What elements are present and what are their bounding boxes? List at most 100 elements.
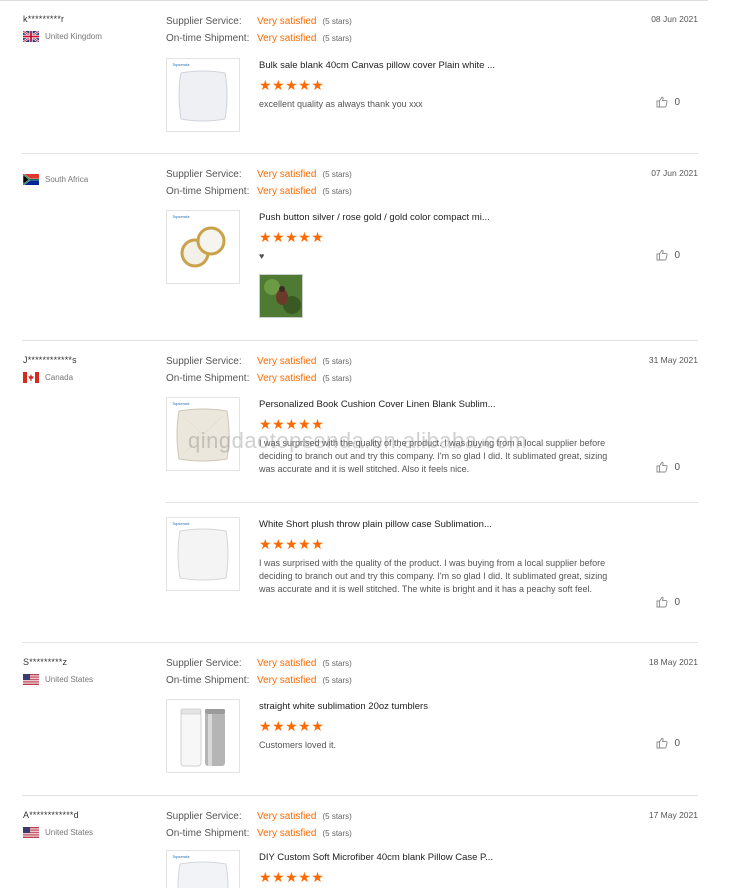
product-title-link[interactable]: DIY Custom Soft Microfiber 40cm blank Pi… (259, 852, 493, 863)
reviewer-country: United States (23, 827, 93, 838)
ontime-shipment-label: On-time Shipment: (166, 675, 250, 686)
product-title-link[interactable]: straight white sublimation 20oz tumblers (259, 701, 428, 712)
product-thumbnail[interactable]: Topsenda (166, 58, 240, 132)
ontime-shipment-value: Very satisfied (257, 186, 317, 197)
supplier-service-rating: Supplier Service: Very satisfied (5 stars) (166, 16, 352, 27)
product-title-link[interactable]: Push button silver / rose gold / gold co… (259, 212, 490, 223)
ontime-shipment-label: On-time Shipment: (166, 33, 250, 44)
reviewer-name: A************d (23, 810, 79, 820)
reviewer-country: United States (23, 674, 93, 685)
like-count: 0 (674, 96, 680, 108)
like-button[interactable]: 0 (656, 96, 680, 108)
uk-flag-icon (23, 31, 39, 42)
ontime-shipment-stars: (5 stars) (322, 374, 352, 383)
review-item: S*********z United States Supplier Servi… (0, 643, 750, 796)
product-title-link[interactable]: Bulk sale blank 40cm Canvas pillow cover… (259, 60, 495, 71)
ontime-shipment-rating: On-time Shipment: Very satisfied (5 stars) (166, 828, 352, 839)
review-item: A************d United States Supplier Se… (0, 796, 750, 888)
linen-cushion-image (176, 408, 230, 462)
thumbs-up-icon (656, 461, 668, 473)
usa-flag-icon (23, 827, 39, 838)
ontime-shipment-value: Very satisfied (257, 675, 317, 686)
like-button[interactable]: 0 (656, 737, 680, 749)
like-button[interactable]: 0 (656, 249, 680, 261)
supplier-service-rating: Supplier Service: Very satisfied (5 stars) (166, 811, 352, 822)
review-date: 07 Jun 2021 (651, 168, 698, 178)
ontime-shipment-stars: (5 stars) (322, 187, 352, 196)
reviewer-country: Canada (23, 372, 73, 383)
review-date: 18 May 2021 (648, 657, 698, 667)
thumbnail-brand: Topsenda (172, 62, 190, 67)
country-label: United States (45, 828, 94, 837)
reviewer-name: J************s (23, 355, 77, 365)
compact-mirror-image (180, 226, 226, 268)
tumbler-image (180, 708, 225, 767)
supplier-service-value: Very satisfied (257, 658, 317, 669)
review-date: 17 May 2021 (648, 810, 698, 820)
supplier-service-stars: (5 stars) (322, 659, 352, 668)
like-button[interactable]: 0 (656, 596, 680, 608)
country-label: United States (45, 675, 94, 684)
reviewed-product: Topsenda DIY Custom Soft Microfiber 40cm… (166, 850, 698, 888)
review-comment: Customers loved it. (259, 740, 337, 750)
product-star-rating: ★★★★★ (259, 416, 325, 432)
supplier-service-rating: Supplier Service: Very satisfied (5 stars) (166, 356, 352, 367)
country-label: Canada (45, 373, 74, 382)
south-africa-flag-icon (23, 174, 39, 185)
product-star-rating: ★★★★★ (259, 229, 325, 245)
like-button[interactable]: 0 (656, 461, 680, 473)
product-thumbnail[interactable] (166, 699, 240, 773)
canada-flag-icon (23, 372, 39, 383)
supplier-service-stars: (5 stars) (322, 357, 352, 366)
reviewed-product: Topsenda Bulk sale blank 40cm Canvas pil… (166, 58, 698, 138)
like-count: 0 (674, 596, 680, 608)
supplier-service-value: Very satisfied (257, 169, 317, 180)
like-count: 0 (674, 249, 680, 261)
product-thumbnail[interactable]: Topsenda (166, 210, 240, 284)
plush-pillow-image (177, 528, 229, 581)
review-item: South Africa Supplier Service: Very satis… (0, 154, 750, 341)
review-comment: ♥ (259, 251, 265, 261)
review-item: J************s Canada Supplier Service: V… (0, 341, 750, 643)
review-comment: I was surprised with the quality of the … (259, 438, 608, 474)
product-title-link[interactable]: Personalized Book Cushion Cover Linen Bl… (259, 399, 496, 410)
reviewed-product: Topsenda Personalized Book Cushion Cover… (166, 397, 698, 501)
product-thumbnail[interactable]: Topsenda (166, 517, 240, 591)
thumbs-up-icon (656, 737, 668, 749)
ontime-shipment-value: Very satisfied (257, 828, 317, 839)
review-item: k*********r United Kingdom Supplier Serv… (0, 0, 750, 154)
ontime-shipment-stars: (5 stars) (322, 34, 352, 43)
review-comment: excellent quality as always thank you xx… (259, 99, 423, 109)
thumbnail-brand: Topsenda (172, 854, 190, 859)
supplier-service-label: Supplier Service: (166, 356, 242, 367)
supplier-service-label: Supplier Service: (166, 169, 242, 180)
customer-photo[interactable] (259, 274, 303, 318)
supplier-service-rating: Supplier Service: Very satisfied (5 stars) (166, 658, 352, 669)
thumbnail-brand: Topsenda (172, 214, 190, 219)
supplier-service-label: Supplier Service: (166, 16, 242, 27)
product-title-link[interactable]: White Short plush throw plain pillow cas… (259, 519, 492, 530)
ontime-shipment-rating: On-time Shipment: Very satisfied (5 stars) (166, 373, 352, 384)
thumbs-up-icon (656, 249, 668, 261)
ontime-shipment-stars: (5 stars) (322, 829, 352, 838)
product-star-rating: ★★★★★ (259, 77, 325, 93)
like-count: 0 (674, 737, 680, 749)
review-date: 08 Jun 2021 (651, 14, 698, 24)
supplier-service-stars: (5 stars) (322, 812, 352, 821)
supplier-service-value: Very satisfied (257, 356, 317, 367)
ontime-shipment-label: On-time Shipment: (166, 186, 250, 197)
country-label: South Africa (45, 175, 89, 184)
usa-flag-icon (23, 674, 39, 685)
product-thumbnail[interactable]: Topsenda (166, 397, 240, 471)
reviewed-product: Topsenda Push button silver / rose gold … (166, 210, 698, 330)
product-thumbnail[interactable]: Topsenda (166, 850, 240, 888)
reviewed-product: straight white sublimation 20oz tumblers… (166, 699, 698, 779)
review-date: 31 May 2021 (648, 355, 698, 365)
ontime-shipment-rating: On-time Shipment: Very satisfied (5 stars) (166, 186, 352, 197)
supplier-service-label: Supplier Service: (166, 658, 242, 669)
thumbnail-brand: Topsenda (172, 401, 190, 406)
product-star-rating: ★★★★★ (259, 869, 325, 885)
supplier-service-value: Very satisfied (257, 16, 317, 27)
reviewer-name: S*********z (23, 657, 68, 667)
reviewed-product: Topsenda White Short plush throw plain p… (166, 502, 698, 623)
